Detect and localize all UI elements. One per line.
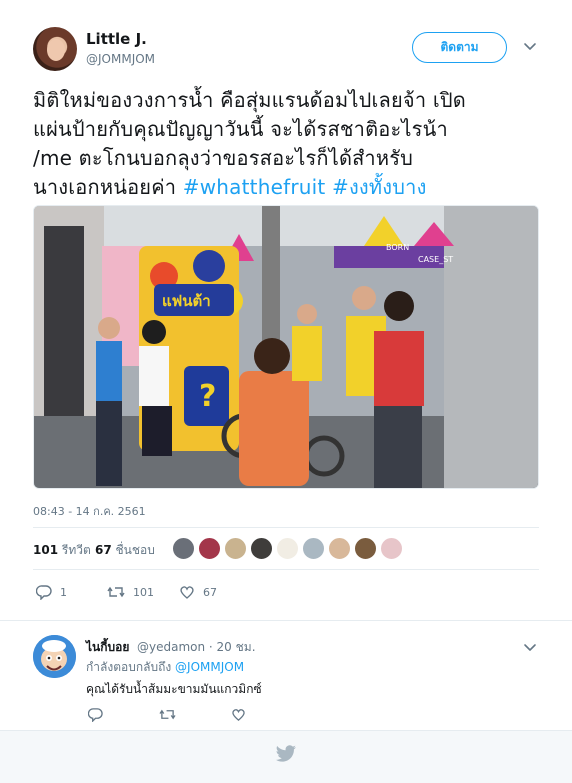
liker-avatar[interactable] — [380, 537, 403, 560]
retweet-count: 101 — [133, 585, 154, 599]
retweets-count: 101 — [33, 543, 59, 557]
hashtag-link[interactable]: #งงทั้งบาง — [332, 175, 427, 199]
photo-scene: BORN CASE_ST แฟนต้า ? — [34, 206, 538, 488]
reply-icon — [36, 585, 52, 600]
likes-label: ชื่นชอบ — [115, 543, 155, 557]
chevron-down-icon[interactable] — [522, 38, 538, 54]
retweets-label: รีทวีต — [61, 543, 91, 557]
tweet-text-line: /me ตะโกนบอกลุงว่าขอรสอะไรก็ได้สำหรับ — [33, 146, 414, 170]
reply-tweet[interactable]: ไนกี้บอย @yedamon · 20 ชม. กำลังตอบกลับถ… — [0, 620, 572, 730]
reply-author-name[interactable]: ไนกี้บอย — [86, 638, 129, 657]
reply-time[interactable]: · 20 ชม. — [209, 640, 256, 654]
fanta-sign-text: แฟนต้า — [162, 292, 211, 310]
reply-text: คุณได้รับน้ำส้มมะขามมันแกวมิกซ์ — [86, 682, 262, 696]
liker-avatar[interactable] — [172, 537, 195, 560]
tweet-text: มิติใหม่ของวงการน้ำ คือสุ่มแรนด้อมไปเลยจ… — [33, 86, 543, 202]
replying-to: กำลังตอบกลับถึง @JOMMJOM — [86, 658, 244, 677]
cartoon-avatar — [33, 635, 76, 678]
retweet-button[interactable]: 101 — [107, 583, 154, 601]
divider — [33, 569, 539, 570]
liker-avatar[interactable] — [302, 537, 325, 560]
reply-author-username[interactable]: @yedamon — [137, 640, 205, 654]
divider — [33, 527, 539, 528]
booth-label-2: CASE_ST — [418, 255, 453, 264]
retweet-icon[interactable] — [159, 707, 176, 722]
reply-icon[interactable] — [88, 707, 103, 722]
liker-avatar[interactable] — [354, 537, 377, 560]
liker-avatar[interactable] — [276, 537, 299, 560]
hashtag-link[interactable]: #whatthefruit — [183, 175, 326, 199]
replying-to-link[interactable]: @JOMMJOM — [175, 660, 244, 674]
reply-button[interactable]: 1 — [36, 583, 67, 601]
liker-avatar[interactable] — [224, 537, 247, 560]
retweet-icon — [107, 586, 125, 598]
author-display-name[interactable]: Little J. — [86, 30, 147, 48]
heart-icon — [180, 586, 194, 599]
tweet-timestamp[interactable]: 08:43 - 14 ก.ค. 2561 — [33, 502, 146, 520]
liker-avatar[interactable] — [328, 537, 351, 560]
likes-count: 67 — [95, 543, 112, 557]
tweet-text-line-part: นางเอกหน่อยค่า — [33, 175, 183, 199]
reply-author-avatar[interactable] — [33, 635, 76, 678]
chevron-down-icon[interactable] — [522, 639, 538, 655]
tweet-text-line: นางเอกหน่อยค่า #whatthefruit #งงทั้งบาง — [33, 173, 543, 202]
author-avatar[interactable] — [33, 27, 77, 71]
booth-label: BORN — [386, 243, 409, 252]
svg-text:?: ? — [199, 379, 216, 414]
footer — [0, 730, 572, 783]
follow-button[interactable]: ติดตาม — [412, 32, 507, 63]
retweets-stat[interactable]: 101 รีทวีต — [33, 541, 91, 560]
reply-count: 1 — [60, 585, 67, 599]
liker-avatar[interactable] — [250, 537, 273, 560]
heart-icon[interactable] — [231, 707, 246, 722]
tweet-text-line: มิติใหม่ของวงการน้ำ คือสุ่มแรนด้อมไปเลยจ… — [33, 88, 466, 112]
liker-avatar[interactable] — [198, 537, 221, 560]
tweet-text-line: แผ่นป้ายกับคุณปัญญาวันนี้ จะได้รสชาติอะไ… — [33, 117, 448, 141]
likes-stat[interactable]: 67 ชื่นชอบ — [95, 541, 155, 560]
like-count: 67 — [203, 585, 217, 599]
like-button[interactable]: 67 — [179, 583, 217, 601]
reply-meta: @yedamon · 20 ชม. — [137, 638, 256, 657]
twitter-bird-icon — [275, 745, 296, 762]
tweet-photo[interactable]: BORN CASE_ST แฟนต้า ? — [33, 205, 539, 489]
replying-prefix: กำลังตอบกลับถึง — [86, 660, 172, 674]
author-username[interactable]: @JOMMJOM — [86, 52, 155, 66]
